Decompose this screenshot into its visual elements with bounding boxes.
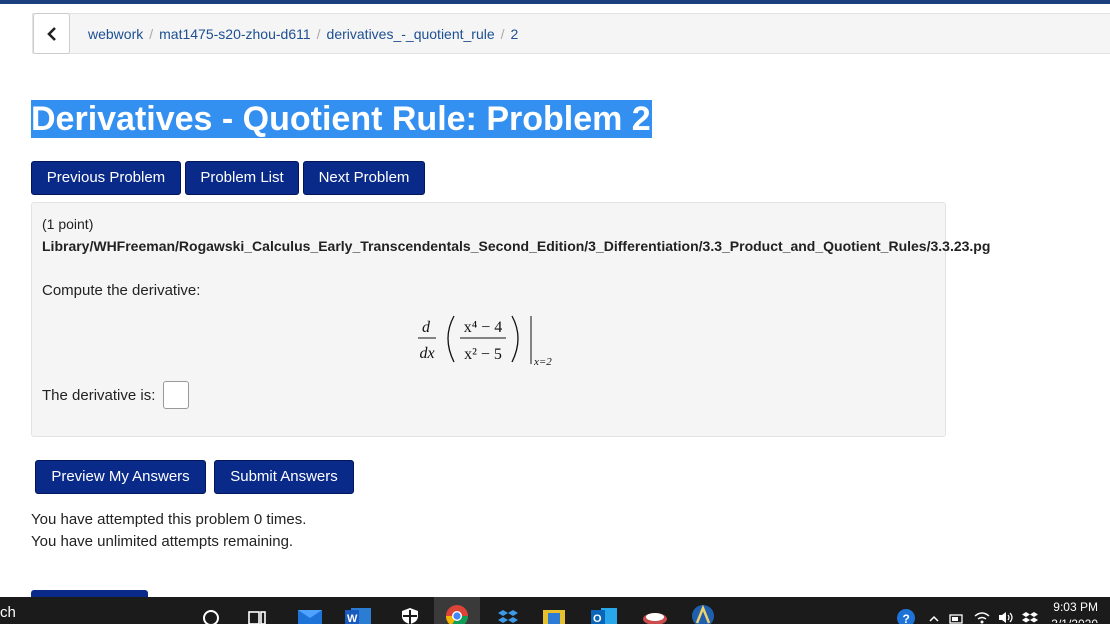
back-button[interactable] [33, 13, 70, 54]
page-title: Derivatives - Quotient Rule: Problem 2 [31, 100, 652, 138]
battery-icon[interactable] [948, 597, 966, 624]
clock-time: 9:03 PM [1053, 600, 1098, 614]
dropbox-tray-icon[interactable] [1020, 597, 1040, 624]
problem-points: (1 point) [42, 216, 94, 232]
svg-text:O: O [593, 613, 602, 624]
cortana-icon[interactable] [198, 597, 224, 624]
previous-problem-button[interactable]: Previous Problem [31, 161, 181, 195]
attempts-text: You have attempted this problem 0 times. [31, 511, 307, 528]
task-view-icon[interactable] [244, 597, 270, 624]
word-icon[interactable]: W [344, 597, 372, 624]
volume-icon[interactable] [996, 597, 1016, 624]
next-problem-button[interactable]: Next Problem [303, 161, 425, 195]
breadcrumb-separator: / [316, 26, 321, 42]
files-icon[interactable] [540, 597, 568, 624]
taskbar-clock[interactable]: 9:03 PM 3/1/2020 [1051, 600, 1098, 623]
answer-label: The derivative is: [42, 387, 156, 404]
breadcrumb-separator: / [500, 26, 505, 42]
chrome-icon[interactable] [434, 597, 480, 624]
windows-taskbar: ch W O ? 9:03 PM [0, 597, 1110, 624]
breadcrumb-link-webwork[interactable]: webwork [88, 26, 143, 42]
app2-icon[interactable] [688, 597, 718, 624]
dropbox-icon[interactable] [494, 597, 522, 624]
svg-text:W: W [347, 613, 358, 624]
remaining-text: You have unlimited attempts remaining. [31, 533, 294, 550]
svg-text:?: ? [903, 612, 910, 624]
chevron-up-icon[interactable] [926, 597, 942, 624]
top-accent-bar [0, 0, 1110, 4]
math-denominator: x² − 5 [464, 346, 502, 363]
math-numerator: x⁴ − 4 [464, 319, 503, 336]
mail-icon[interactable] [296, 597, 324, 624]
answer-input[interactable] [163, 381, 189, 409]
outlook-icon[interactable]: O [590, 597, 618, 624]
math-evaluation-point: x=2 [533, 356, 552, 368]
breadcrumb-link-set[interactable]: derivatives_-_quotient_rule [327, 26, 495, 42]
taskbar-search[interactable]: ch [0, 604, 16, 621]
library-path: Library/WHFreeman/Rogawski_Calculus_Earl… [42, 238, 991, 254]
wifi-icon[interactable] [972, 597, 992, 624]
math-expression: d dx x⁴ − 4 x² − 5 x=2 [418, 315, 552, 368]
clock-date: 3/1/2020 [1051, 617, 1098, 623]
problem-list-button[interactable]: Problem List [185, 161, 299, 195]
app-icon[interactable] [640, 597, 670, 624]
help-icon[interactable]: ? [894, 597, 918, 624]
security-icon[interactable] [396, 597, 424, 624]
breadcrumb: webwork / mat1475-s20-zhou-d611 / derivative… [32, 13, 1110, 54]
breadcrumb-link-course[interactable]: mat1475-s20-zhou-d611 [159, 26, 311, 42]
math-operator-denominator: dx [419, 345, 434, 362]
math-operator-numerator: d [422, 319, 431, 336]
breadcrumb-current: 2 [510, 26, 519, 42]
breadcrumb-separator: / [149, 26, 154, 42]
problem-prompt: Compute the derivative: [42, 282, 201, 299]
submit-answers-button[interactable]: Submit Answers [214, 460, 354, 494]
chevron-left-icon [46, 26, 56, 41]
preview-answers-button[interactable]: Preview My Answers [35, 460, 206, 494]
